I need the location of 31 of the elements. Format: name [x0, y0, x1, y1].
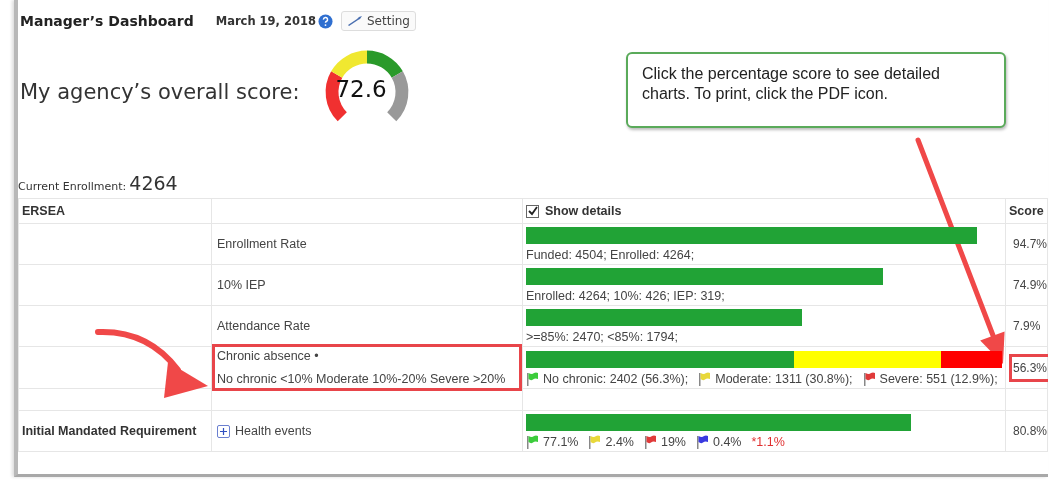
help-icon[interactable]	[318, 13, 333, 29]
metric-label: 10% IEP	[217, 278, 266, 292]
show-details-checkbox[interactable]: Show details	[526, 204, 622, 218]
enrollment-label: Current Enrollment:	[18, 180, 127, 193]
dashboard-title: Manager’s Dashboard	[20, 13, 194, 29]
legend-text: 0.4%	[713, 435, 742, 449]
legend-text: Moderate: 1311 (30.8%);	[715, 371, 853, 386]
date-label: March 19, 2018	[215, 14, 316, 28]
checkmark-icon	[527, 206, 538, 216]
legend-text: 77.1%	[543, 435, 579, 449]
legend-text: Severe: 551 (12.9%);	[879, 371, 998, 386]
group-label: Initial Mandated Requirement	[22, 424, 197, 438]
expand-icon[interactable]	[217, 424, 230, 438]
legend-text: 19%	[660, 435, 686, 449]
detail-text: >=85%: 2470; <85%: 1794;	[526, 330, 678, 344]
setting-button[interactable]: Setting	[341, 11, 416, 31]
detail-text: Funded: 4504; Enrolled: 4264;	[526, 248, 695, 262]
threshold-text: No chronic <10% Moderate 10%-20% Severe >20%	[217, 372, 507, 386]
metric-label: Health events	[235, 424, 312, 438]
metric-label: Attendance Rate	[217, 319, 311, 333]
score-label: My agency’s overall score:	[20, 80, 300, 104]
column-header: ERSEA	[22, 204, 66, 218]
metric-label: Chronic absence •	[217, 349, 319, 363]
column-header: Score	[1009, 204, 1044, 218]
metric-label: Enrollment Rate	[217, 237, 307, 251]
note-text: *1.1%	[751, 435, 785, 449]
callout-box: Click the percentage score to see detailed charts. To print, click the PDF icon.	[626, 52, 1006, 128]
detail-text: Enrolled: 4264; 10%: 426; IEP: 319;	[526, 289, 725, 303]
legend-text: No chronic: 2402 (56.3%);	[543, 371, 689, 386]
enrollment-value: 4264	[129, 172, 178, 194]
legend-text: 2.4%	[605, 435, 634, 449]
